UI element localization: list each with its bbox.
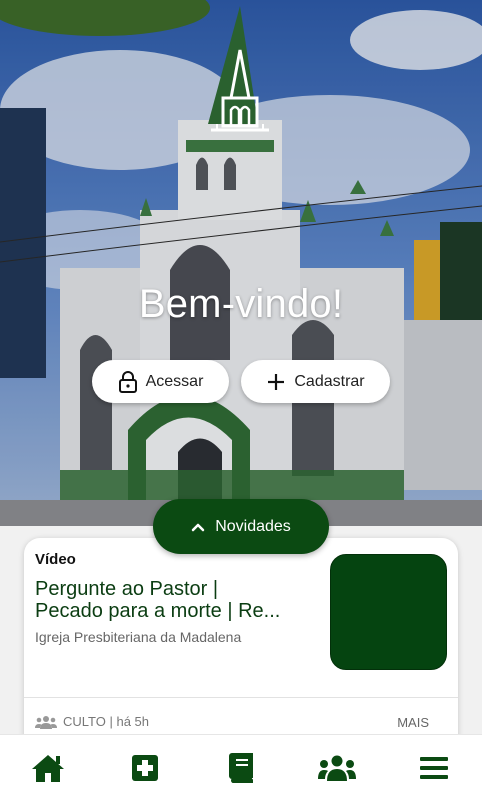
nav-add[interactable] bbox=[115, 738, 175, 798]
login-label: Acessar bbox=[145, 372, 204, 390]
register-label: Cadastrar bbox=[294, 372, 365, 390]
card-title-line1: Pergunte ao Pastor | bbox=[35, 578, 219, 600]
register-button[interactable]: Cadastrar bbox=[241, 360, 390, 403]
plus-icon bbox=[268, 373, 285, 390]
nav-home[interactable] bbox=[18, 738, 78, 798]
chevron-up-icon bbox=[191, 523, 205, 531]
book-icon bbox=[228, 752, 253, 783]
news-toggle-label: Novidades bbox=[215, 517, 291, 535]
news-card[interactable]: Vídeo Pergunte ao Pastor | Pecado para a… bbox=[24, 538, 458, 753]
nav-bible[interactable] bbox=[211, 738, 271, 798]
app-screen: Bem-vindo! Acessar Cadastrar Vídeo Pergu… bbox=[0, 0, 482, 800]
nav-menu[interactable] bbox=[404, 738, 464, 798]
nav-community[interactable] bbox=[307, 738, 367, 798]
lock-icon bbox=[118, 370, 137, 393]
card-title-line2: Pecado para a morte | Re... bbox=[35, 600, 281, 622]
card-meta: CULTO | há 5h bbox=[35, 714, 149, 729]
welcome-heading: Bem-vindo! bbox=[138, 282, 344, 326]
card-divider bbox=[24, 697, 458, 698]
menu-icon bbox=[419, 756, 448, 779]
more-link[interactable]: MAIS bbox=[397, 715, 429, 730]
hero-banner: Bem-vindo! Acessar Cadastrar bbox=[0, 0, 482, 526]
group-icon bbox=[35, 715, 57, 729]
bottom-navigation bbox=[0, 734, 482, 800]
card-thumbnail[interactable] bbox=[330, 554, 447, 670]
news-toggle-button[interactable]: Novidades bbox=[153, 499, 329, 554]
card-meta-text: CULTO | há 5h bbox=[63, 714, 149, 729]
card-title: Pergunte ao Pastor | Pecado para a morte… bbox=[35, 578, 315, 622]
plus-square-icon bbox=[131, 754, 158, 781]
card-source: Igreja Presbiteriana da Madalena bbox=[35, 629, 242, 645]
church-logo-icon bbox=[211, 49, 269, 132]
home-icon bbox=[32, 754, 65, 782]
login-button[interactable]: Acessar bbox=[92, 360, 229, 403]
group-icon bbox=[318, 755, 357, 781]
card-type: Vídeo bbox=[35, 551, 76, 568]
